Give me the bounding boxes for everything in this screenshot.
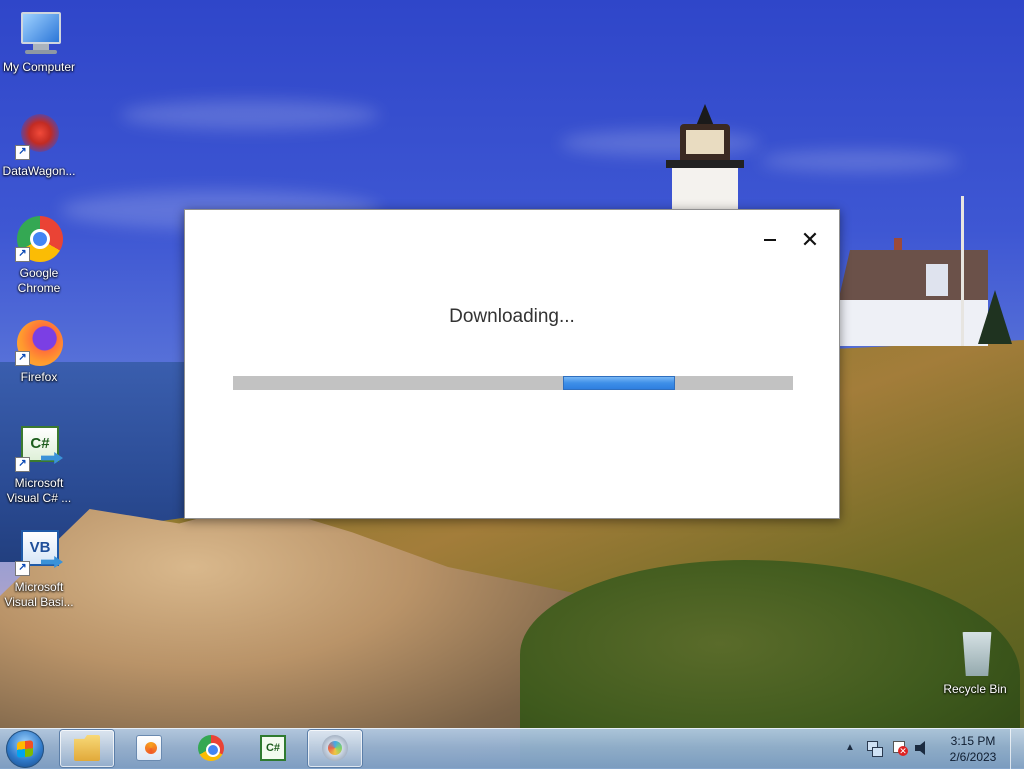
progress-bar [233,376,793,390]
shortcut-arrow-icon: ↗ [15,247,30,262]
desktop-icon-visual-csharp[interactable]: C# ↗ Microsoft Visual C# ... [0,424,81,506]
desktop-icon-recycle-bin[interactable]: Recycle Bin [933,630,1017,697]
computer-icon [15,8,63,56]
shortcut-arrow-icon: ↗ [15,561,30,576]
close-icon: ✕ [800,227,820,252]
keeper-house [838,238,988,346]
firefox-icon: ↗ [15,318,63,366]
show-hidden-icons-button[interactable]: ▲ [843,740,857,756]
shortcut-arrow-icon: ↗ [15,351,30,366]
desktop-icon-datawagon[interactable]: ↗ DataWagon... [0,112,81,179]
progress-bar-fill [563,376,675,390]
desktop-icon-label: Firefox [20,370,58,384]
start-button[interactable] [6,730,44,768]
desktop-icon-google-chrome[interactable]: ↗ Google Chrome [0,214,81,296]
volume-icon[interactable] [914,740,930,756]
desktop-icon-firefox[interactable]: ↗ Firefox [0,318,81,385]
download-status-text: Downloading... [449,306,575,327]
desktop-icon-label: Microsoft Visual Basi... [4,580,74,609]
show-desktop-button[interactable] [1010,729,1024,769]
media-player-icon [136,735,162,761]
clock-date: 2/6/2023 [949,750,997,764]
taskbar-button-windows-media-player[interactable] [122,730,176,767]
recycle-bin-icon [951,630,999,678]
desktop-icon-label: DataWagon... [2,164,76,178]
visual-csharp-icon: C# [260,735,286,761]
close-button[interactable]: ✕ [797,227,823,253]
windows-logo-icon [17,740,33,758]
taskbar-button-windows-explorer[interactable] [60,730,114,767]
system-clock[interactable]: 3:15 PM 2/6/2023 [940,733,1006,765]
taskbar-button-visual-csharp[interactable]: C# [246,730,300,767]
desktop-icon-label: Google Chrome [17,266,61,295]
clock-time: 3:15 PM [950,734,996,748]
shortcut-arrow-icon: ↗ [15,145,30,160]
visual-basic-icon: VB ↗ [15,528,63,576]
taskbar-button-installer[interactable] [308,730,362,767]
action-center-icon[interactable] [891,740,908,756]
taskbar: C# ▲ 3:15 PM 2/6/2023 [0,728,1024,769]
lighthouse [666,104,744,210]
taskbar-button-google-chrome[interactable] [184,730,238,767]
desktop-icon-label: Recycle Bin [943,682,1007,696]
folder-icon [74,735,100,761]
network-icon[interactable] [866,740,883,757]
desktop-icon-my-computer[interactable]: My Computer [0,8,81,75]
desktop-icon-label: My Computer [2,60,76,74]
installer-icon [322,735,348,761]
chrome-icon [198,735,224,761]
desktop-icon-visual-basic[interactable]: VB ↗ Microsoft Visual Basi... [0,528,81,610]
datawagon-icon: ↗ [15,112,63,160]
flagpole [961,196,964,346]
visual-csharp-icon: C# ↗ [15,424,63,472]
desktop-icon-label: Microsoft Visual C# ... [6,476,72,505]
shortcut-arrow-icon: ↗ [15,457,30,472]
download-dialog: ✕ Downloading... [184,209,840,519]
chrome-icon: ↗ [15,214,63,262]
minimize-button[interactable] [756,228,784,252]
